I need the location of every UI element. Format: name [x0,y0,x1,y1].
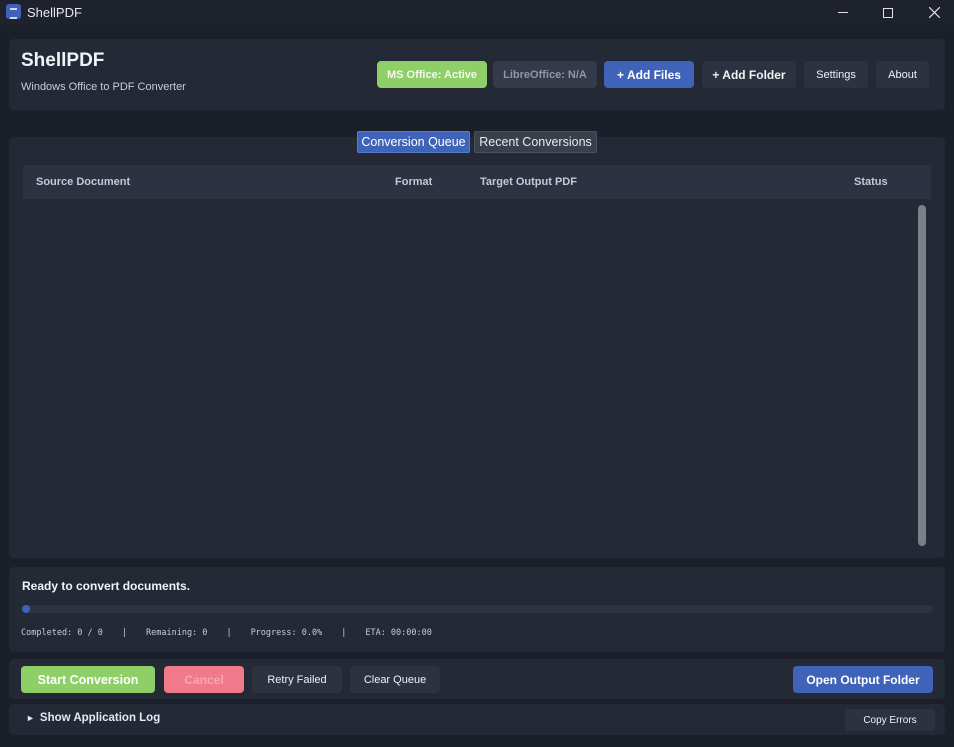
close-button[interactable] [911,0,954,25]
stats-separator: | [226,628,232,638]
retry-failed-button[interactable]: Retry Failed [252,666,342,693]
app-icon [6,4,21,19]
settings-button[interactable]: Settings [804,61,868,88]
column-header-target[interactable]: Target Output PDF [480,176,577,188]
eta-value: ETA: 00:00:00 [365,628,432,638]
start-conversion-button[interactable]: Start Conversion [21,666,155,693]
libreoffice-status-badge: LibreOffice: N/A [493,61,597,88]
completed-count: Completed: 0 / 0 [21,628,103,638]
tab-conversion-queue[interactable]: Conversion Queue [357,131,470,153]
about-button[interactable]: About [876,61,929,88]
add-files-button[interactable]: + Add Files [604,61,694,88]
queue-panel: Conversion Queue Recent Conversions Sour… [9,131,945,558]
remaining-count: Remaining: 0 [146,628,208,638]
show-log-toggle[interactable]: ► Show Application Log [26,712,160,724]
header-panel: ShellPDF Windows Office to PDF Converter… [9,39,945,110]
minimize-icon [838,12,848,13]
progress-panel: Ready to convert documents. Completed: 0… [9,567,945,652]
minimize-button[interactable] [820,0,866,25]
progress-bar-fill [22,605,30,613]
cancel-button[interactable]: Cancel [164,666,244,693]
open-output-folder-button[interactable]: Open Output Folder [793,666,933,693]
progress-bar [22,605,933,613]
expand-arrow-icon: ► [26,713,35,723]
app-name: ShellPDF [21,50,105,71]
maximize-icon [883,7,893,18]
copy-errors-button[interactable]: Copy Errors [845,709,935,731]
column-header-status[interactable]: Status [854,176,888,188]
log-panel: ► Show Application Log Copy Errors [9,704,945,735]
column-header-format[interactable]: Format [395,176,432,188]
column-header-source[interactable]: Source Document [36,176,130,188]
stats-separator: | [341,628,347,638]
progress-stats: Completed: 0 / 0 | Remaining: 0 | Progre… [21,628,432,638]
queue-table-header: Source Document Format Target Output PDF… [23,165,931,199]
queue-scrollbar[interactable] [918,205,926,546]
tab-recent-conversions[interactable]: Recent Conversions [474,131,597,153]
ms-office-status-badge: MS Office: Active [377,61,487,88]
progress-percent: Progress: 0.0% [250,628,323,638]
window-title: ShellPDF [27,5,82,20]
show-log-label: Show Application Log [39,712,161,724]
maximize-button[interactable] [865,0,911,25]
app-subtitle: Windows Office to PDF Converter [21,81,186,93]
title-bar: ShellPDF [0,0,954,25]
add-folder-button[interactable]: + Add Folder [702,61,796,88]
actions-panel: Start Conversion Cancel Retry Failed Cle… [9,659,945,699]
clear-queue-button[interactable]: Clear Queue [350,666,440,693]
close-icon [928,7,940,18]
status-text: Ready to convert documents. [22,579,191,593]
stats-separator: | [121,628,128,638]
